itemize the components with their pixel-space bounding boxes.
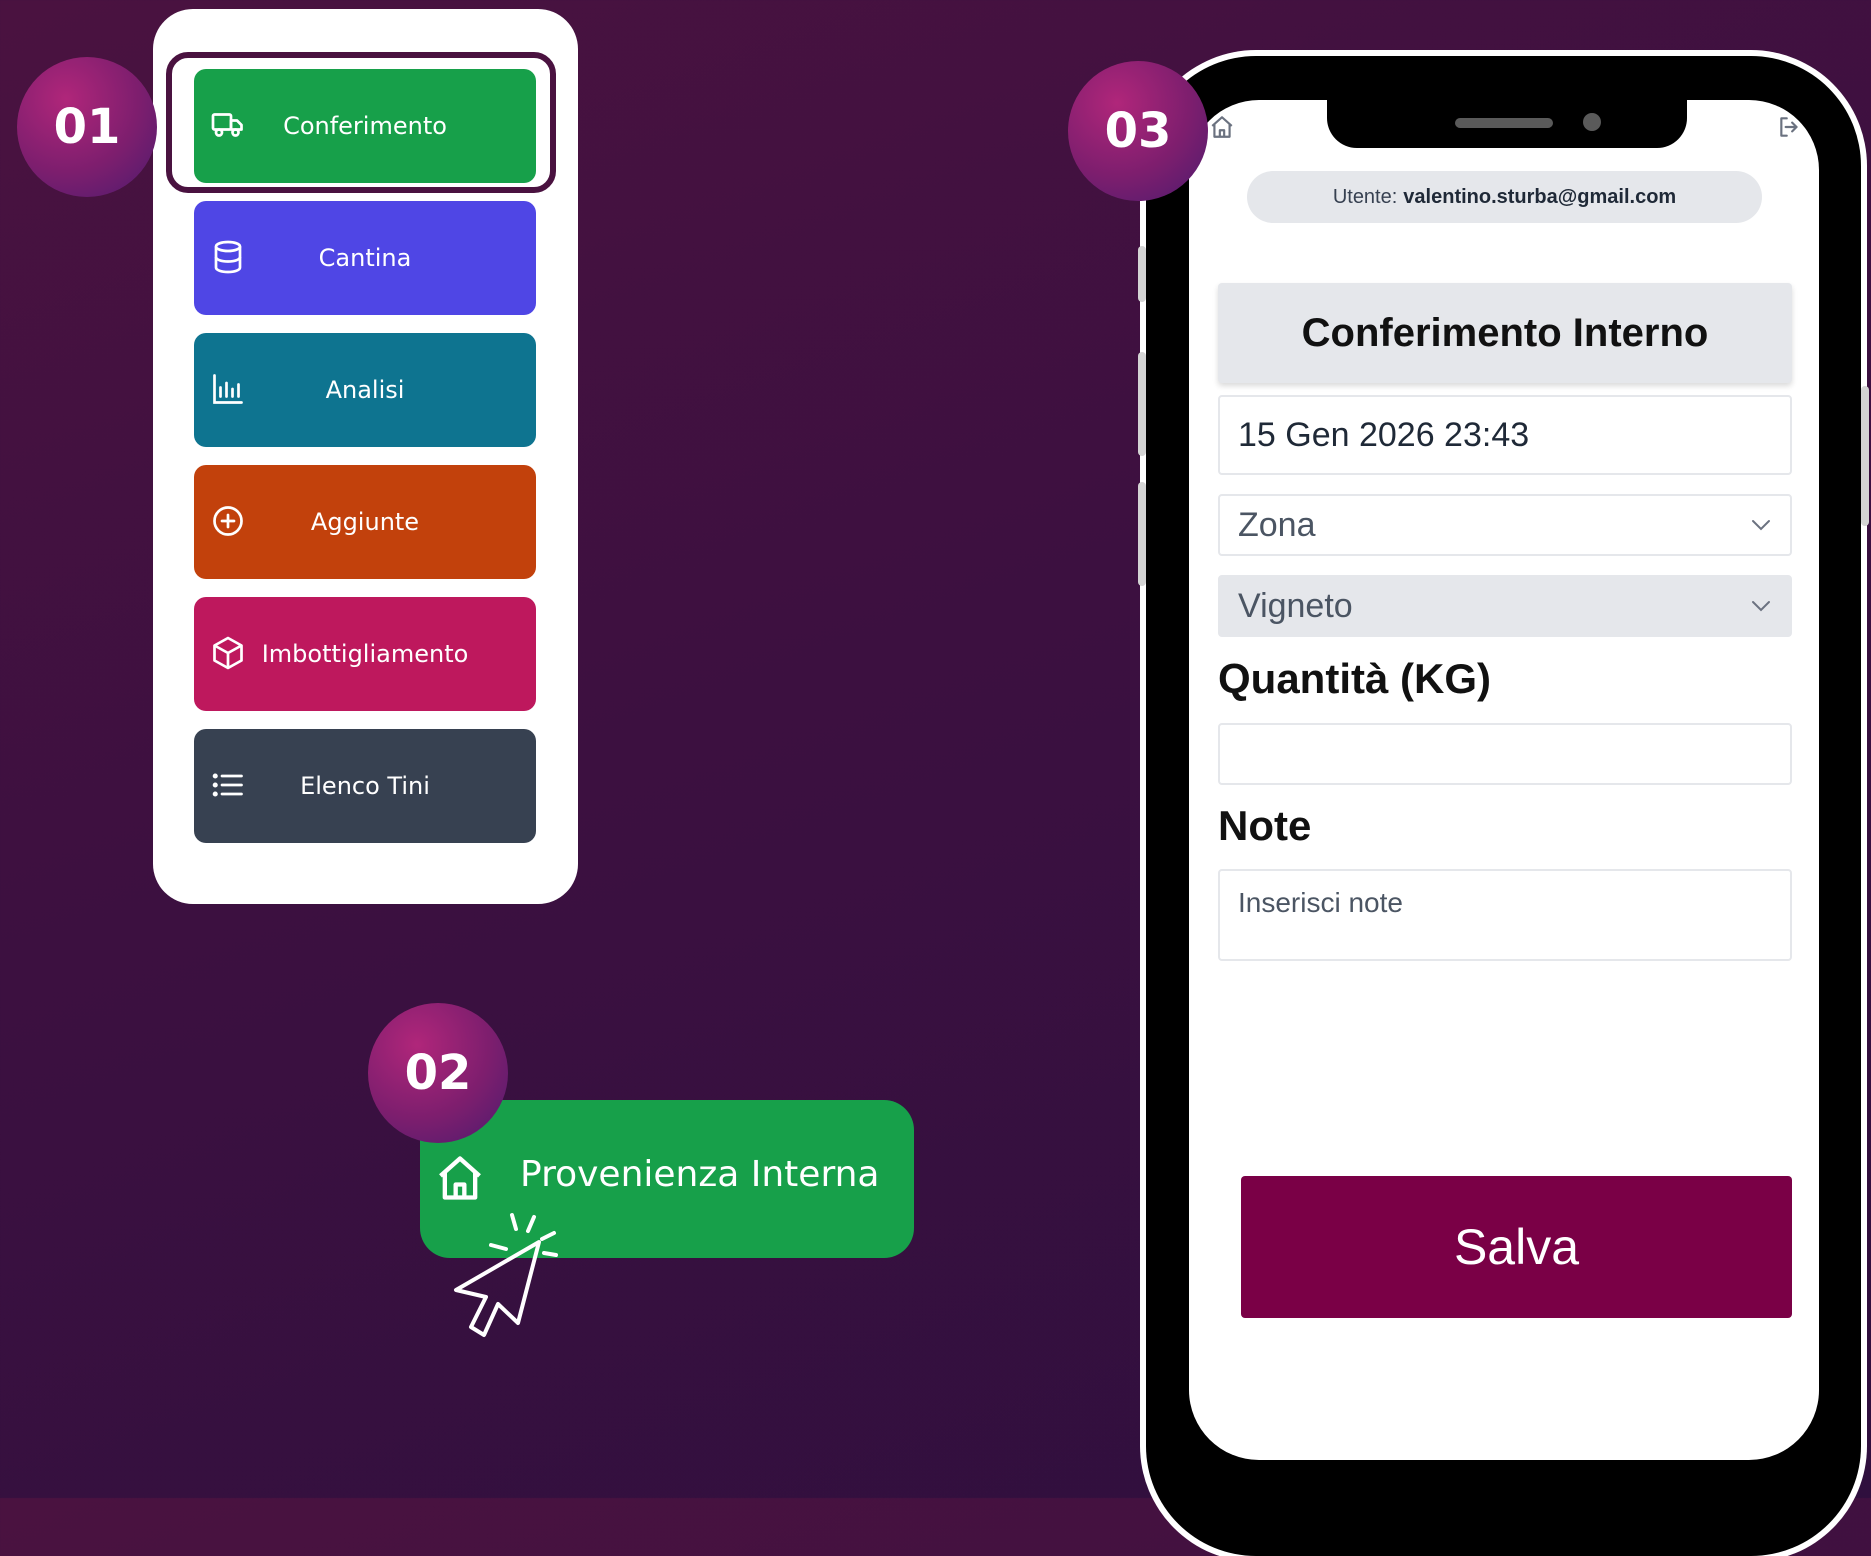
note-placeholder: Inserisci note — [1238, 887, 1403, 918]
menu-card: Conferimento Cantina Analisi Aggiunte Im… — [153, 9, 578, 904]
menu-button-analisi[interactable]: Analisi — [194, 333, 536, 447]
save-button[interactable]: Salva — [1241, 1176, 1792, 1318]
menu-button-cantina[interactable]: Cantina — [194, 201, 536, 315]
step-badge-01: 01 — [17, 57, 157, 197]
phone-volume-up — [1138, 352, 1146, 456]
datetime-field[interactable]: 15 Gen 2026 23:43 — [1218, 395, 1792, 475]
note-label: Note — [1218, 802, 1312, 849]
datetime-value: 15 Gen 2026 23:43 — [1238, 415, 1530, 454]
quantity-label: Quantità (KG) — [1218, 655, 1491, 702]
menu-button-label: Elenco Tini — [300, 772, 430, 800]
menu-button-label: Analisi — [325, 376, 405, 404]
phone-notch — [1327, 100, 1687, 148]
truck-icon — [211, 113, 243, 137]
chevron-down-icon — [1752, 520, 1770, 531]
logout-icon[interactable] — [1777, 114, 1803, 140]
phone-screen: Utente: valentino.sturba@gmail.com Confe… — [1189, 100, 1819, 1460]
step-badge-02: 02 — [368, 1003, 508, 1143]
provenienza-interna-label: Provenienza Interna — [520, 1154, 880, 1195]
menu-button-elenco-tini[interactable]: Elenco Tini — [194, 729, 536, 843]
chevron-down-icon — [1752, 601, 1770, 612]
plus-circle-icon — [213, 506, 243, 536]
user-email: valentino.sturba@gmail.com — [1403, 185, 1677, 208]
home-icon — [439, 1156, 481, 1200]
phone-silent-switch — [1138, 246, 1146, 302]
vigneto-placeholder: Vigneto — [1238, 586, 1353, 625]
zona-select[interactable]: Zona — [1218, 494, 1792, 556]
click-cursor-icon — [454, 1213, 558, 1337]
menu-button-label: Aggiunte — [310, 508, 420, 536]
phone-speaker — [1455, 118, 1553, 128]
phone-volume-down — [1138, 482, 1146, 586]
user-info-pill: Utente: valentino.sturba@gmail.com — [1247, 171, 1762, 223]
box-icon — [213, 636, 243, 670]
form-title: Conferimento Interno — [1218, 283, 1792, 383]
vigneto-select[interactable]: Vigneto — [1218, 575, 1792, 637]
quantity-input[interactable] — [1218, 723, 1792, 785]
menu-button-conferimento[interactable]: Conferimento — [194, 69, 536, 183]
zona-placeholder: Zona — [1238, 505, 1316, 544]
step-badge-03: 03 — [1068, 61, 1208, 201]
user-label: Utente: — [1332, 185, 1398, 208]
note-textarea[interactable]: Inserisci note — [1218, 869, 1792, 961]
database-icon — [214, 240, 242, 274]
menu-button-label: Cantina — [318, 244, 412, 272]
home-icon[interactable] — [1209, 114, 1235, 140]
menu-button-label: Conferimento — [283, 112, 447, 140]
bar-chart-icon — [213, 374, 243, 404]
menu-button-aggiunte[interactable]: Aggiunte — [194, 465, 536, 579]
list-icon — [212, 773, 243, 797]
phone-camera — [1583, 113, 1601, 131]
phone-frame: Utente: valentino.sturba@gmail.com Confe… — [1138, 56, 1869, 1556]
phone-power-button — [1861, 386, 1869, 526]
menu-button-imbottigliamento[interactable]: Imbottigliamento — [194, 597, 536, 711]
menu-button-label: Imbottigliamento — [261, 640, 469, 668]
